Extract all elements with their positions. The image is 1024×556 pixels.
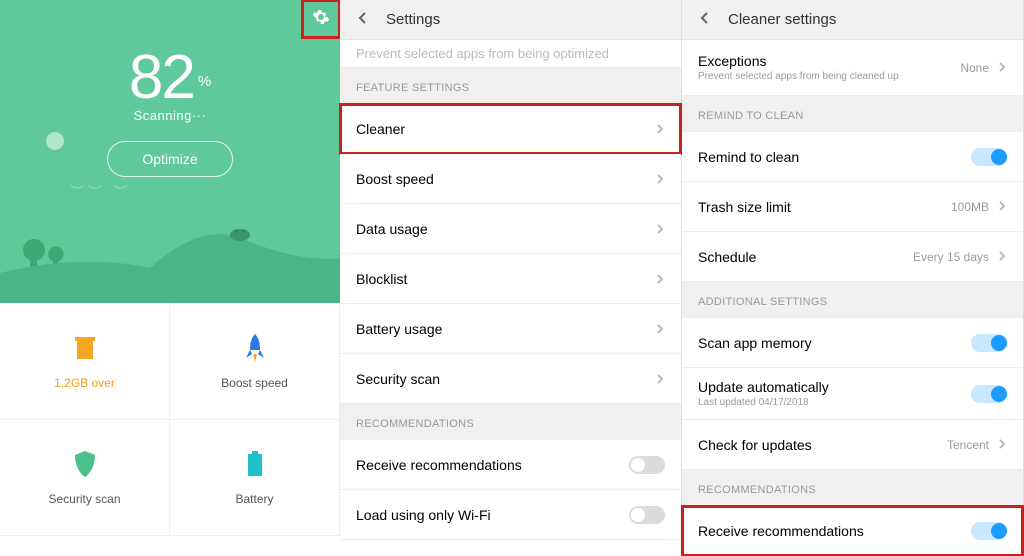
battery-icon [241,448,269,480]
score-number: 82 [129,43,194,112]
row-blocklist[interactable]: Blocklist [340,254,681,304]
toggle-switch[interactable] [971,385,1007,403]
tile-security[interactable]: Security scan [0,420,170,537]
row-security-scan[interactable]: Security scan [340,354,681,404]
tile-label: Battery [235,492,273,506]
security-app-panel: 82% Scanning··· Optimize ︶ ︶ ︶ 1.2GB ove… [0,0,340,536]
tile-boost[interactable]: Boost speed [170,303,340,420]
chevron-right-icon [655,221,665,237]
row-label: Check for updates [698,437,812,453]
toggle-switch[interactable] [629,456,665,474]
row-label: Exceptions [698,53,899,69]
percent-sign: % [198,73,211,90]
chevron-right-icon [655,371,665,387]
row-scan-app-memory[interactable]: Scan app memory [682,318,1023,368]
row-label: Blocklist [356,271,407,287]
row-update-automatically[interactable]: Update automatically Last updated 04/17/2… [682,368,1023,420]
row-label: Receive recommendations [698,523,864,539]
row-label: Schedule [698,249,756,265]
shield-icon [71,448,99,480]
chevron-right-icon [997,250,1007,264]
row-label: Cleaner [356,121,405,137]
section-additional: ADDITIONAL SETTINGS [682,282,1023,318]
score-display: 82% Scanning··· Optimize [0,42,340,177]
header-title: Cleaner settings [728,11,836,28]
toggle-switch[interactable] [971,334,1007,352]
cleaner-settings-panel: Cleaner settings Exceptions Prevent selec… [682,0,1024,536]
row-schedule[interactable]: Schedule Every 15 days [682,232,1023,282]
row-value: None [960,61,989,75]
chevron-right-icon [997,61,1007,75]
section-feature-settings: FEATURE SETTINGS [340,68,681,104]
prev-row-fragment: Prevent selected apps from being optimiz… [340,40,681,68]
row-load-wifi-only[interactable]: Load using only Wi-Fi [340,490,681,540]
row-cleaner[interactable]: Cleaner [340,104,681,154]
back-button[interactable] [356,11,370,29]
header-title: Settings [386,11,440,28]
gear-icon [312,8,330,31]
row-value: Every 15 days [913,250,989,264]
chevron-right-icon [655,121,665,137]
row-data-usage[interactable]: Data usage [340,204,681,254]
chevron-right-icon [655,171,665,187]
row-label: Security scan [356,371,440,387]
row-label: Battery usage [356,321,442,337]
chevron-right-icon [655,271,665,287]
tile-trash[interactable]: 1.2GB over [0,303,170,420]
row-label: Receive recommendations [356,457,522,473]
toggle-switch[interactable] [971,148,1007,166]
row-value: Tencent [947,438,989,452]
row-trash-size-limit[interactable]: Trash size limit 100MB [682,182,1023,232]
tile-label: 1.2GB over [54,376,115,390]
chevron-right-icon [997,200,1007,214]
settings-header: Settings [340,0,681,40]
row-label: Update automatically [698,379,829,395]
row-receive-recommendations[interactable]: Receive recommendations [682,506,1023,556]
row-label: Data usage [356,221,428,237]
row-label: Scan app memory [698,335,812,351]
settings-gear-button[interactable] [302,0,340,38]
faded-text: Prevent selected apps from being optimiz… [356,46,609,61]
settings-panel: Settings Prevent selected apps from bein… [340,0,682,536]
feature-grid: 1.2GB over Boost speed Security scan Bat… [0,303,340,536]
status-text: Scanning··· [0,108,340,123]
row-exceptions[interactable]: Exceptions Prevent selected apps from bei… [682,40,1023,96]
tile-label: Security scan [48,492,120,506]
toggle-switch[interactable] [971,522,1007,540]
row-sublabel: Prevent selected apps from being cleaned… [698,71,899,82]
row-label: Remind to clean [698,149,799,165]
toggle-switch[interactable] [629,506,665,524]
sun-decoration [46,132,64,150]
chevron-right-icon [655,321,665,337]
chevron-right-icon [997,438,1007,452]
row-battery-usage[interactable]: Battery usage [340,304,681,354]
cleaner-settings-header: Cleaner settings [682,0,1023,40]
back-button[interactable] [698,11,712,29]
row-receive-recommendations[interactable]: Receive recommendations [340,440,681,490]
tile-label: Boost speed [221,376,288,390]
hill-decoration [0,213,340,303]
tile-battery[interactable]: Battery [170,420,340,537]
row-boost-speed[interactable]: Boost speed [340,154,681,204]
row-value: 100MB [951,200,989,214]
row-label: Boost speed [356,171,434,187]
section-recommendations: RECOMMENDATIONS [682,470,1023,506]
row-check-for-updates[interactable]: Check for updates Tencent [682,420,1023,470]
optimize-button[interactable]: Optimize [107,141,232,177]
row-remind-to-clean[interactable]: Remind to clean [682,132,1023,182]
section-recommendations: RECOMMENDATIONS [340,404,681,440]
rocket-icon [241,332,269,364]
hero-area: 82% Scanning··· Optimize ︶ ︶ ︶ [0,0,340,303]
section-remind: REMIND TO CLEAN [682,96,1023,132]
birds-decoration: ︶ ︶ ︶ [70,182,128,202]
row-label: Trash size limit [698,199,791,215]
row-label: Load using only Wi-Fi [356,507,491,523]
row-sublabel: Last updated 04/17/2018 [698,397,829,408]
trash-icon [71,332,99,364]
